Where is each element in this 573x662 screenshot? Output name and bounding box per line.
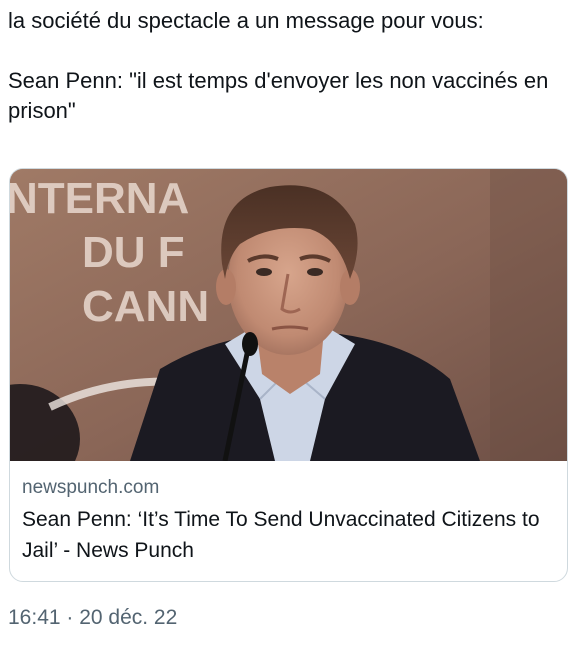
tweet-text: la société du spectacle a un message pou… [8,6,563,126]
backdrop-text-line-3: CANN [82,282,209,331]
card-title: Sean Penn: ‘It’s Time To Send Unvaccinat… [22,508,540,562]
press-conference-photo: NTERNA DU F CANN [10,169,567,461]
tweet-line-quote: Sean Penn: "il est temps d'envoyer les n… [8,68,549,123]
backdrop-text-line-2: DU F [82,228,185,277]
backdrop-text-line-1: NTERNA [10,174,189,223]
card-image[interactable]: NTERNA DU F CANN [10,169,567,461]
card-info[interactable]: newspunch.com Sean Penn: ‘It’s Time To S… [22,475,552,566]
tweet-timestamp[interactable]: 16:41 · 20 déc. 22 [8,604,177,632]
tweet-line-intro: la société du spectacle a un message pou… [8,8,484,33]
card-domain: newspunch.com [22,477,160,498]
link-preview-card[interactable]: NTERNA DU F CANN newspunch.com Sean Penn… [9,168,568,582]
